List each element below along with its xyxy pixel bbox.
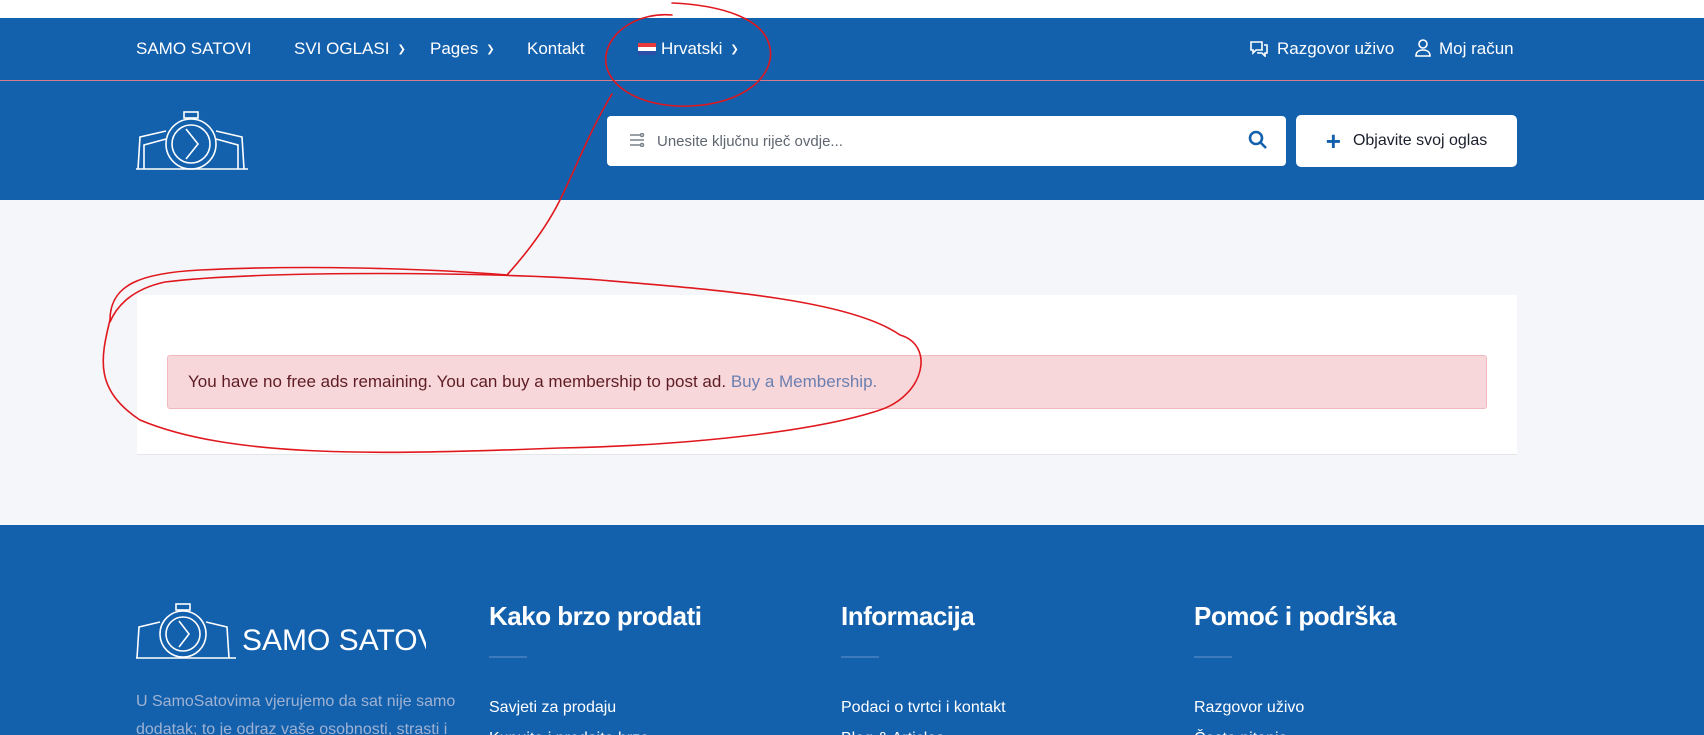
croatian-flag-icon — [638, 43, 656, 55]
post-ad-button[interactable]: + Objavite svoj oglas — [1296, 115, 1517, 167]
category-filter-icon[interactable] — [629, 132, 645, 152]
chevron-down-icon: ❯ — [730, 44, 739, 55]
footer-column-info: Informacija Podaci o tvrtci i kontakt Bl… — [841, 601, 1141, 735]
nav-pages-menu[interactable]: Pages ❯ — [430, 18, 495, 80]
user-icon — [1415, 39, 1431, 57]
chevron-down-icon: ❯ — [397, 44, 406, 55]
footer-column-title: Kako brzo prodati — [489, 601, 702, 631]
post-ad-label: Objavite svoj oglas — [1352, 132, 1488, 149]
account-label: Moj račun — [1439, 39, 1514, 58]
footer-link[interactable]: Kupujte i prodajte brzo — [489, 723, 789, 735]
search-box — [607, 116, 1286, 166]
nav-all-ads-menu[interactable]: SVI OGLASI ❯ — [294, 18, 406, 80]
chevron-down-icon: ❯ — [486, 44, 495, 55]
footer-column-sell: Kako brzo prodati Savjeti za prodaju Kup… — [489, 601, 789, 735]
footer-link[interactable]: Podaci o tvrtci i kontakt — [841, 692, 1141, 723]
site-header: + Objavite svoj oglas — [0, 81, 1704, 200]
site-footer: SAMO SATOVI U SamoSatovima vjerujemo da … — [0, 525, 1704, 735]
nav-contact-link[interactable]: Kontakt — [527, 18, 585, 80]
top-strip — [0, 0, 1704, 18]
footer-column-support: Pomoć i podrška Razgovor uživo Česta pit… — [1194, 601, 1494, 735]
footer-about-text: U SamoSatovima vjerujemo da sat nije sam… — [136, 693, 456, 735]
divider — [489, 656, 527, 658]
footer-column-title: Pomoć i podrška — [1194, 601, 1397, 631]
footer-link[interactable]: Česta pitanja — [1194, 723, 1494, 735]
nav-pages-label: Pages — [430, 39, 479, 58]
search-input[interactable] — [657, 116, 1237, 166]
divider — [841, 656, 879, 658]
footer-logo-text: SAMO SATOVI — [242, 624, 426, 657]
content-card: You have no free ads remaining. You can … — [137, 295, 1517, 455]
nav-brand-link[interactable]: SAMO SATOVI — [136, 18, 252, 80]
watch-logo[interactable] — [136, 109, 248, 171]
no-free-ads-alert: You have no free ads remaining. You can … — [167, 355, 1487, 409]
nav-all-ads-label: SVI OGLASI — [294, 39, 390, 58]
footer-logo[interactable]: SAMO SATOVI — [136, 602, 446, 667]
footer-link[interactable]: Savjeti za prodaju — [489, 692, 789, 723]
footer-link[interactable]: Razgovor uživo — [1194, 692, 1494, 723]
search-icon[interactable] — [1248, 130, 1268, 155]
plus-icon: + — [1325, 126, 1341, 156]
nav-account-link[interactable]: Moj račun — [1415, 18, 1514, 80]
main-navbar: SAMO SATOVI SVI OGLASI ❯ Pages ❯ Kontakt H… — [0, 18, 1704, 81]
live-chat-label: Razgovor uživo — [1277, 39, 1395, 58]
divider — [1194, 656, 1232, 658]
chat-icon — [1249, 40, 1269, 57]
language-selector[interactable]: Hrvatski ❯ — [638, 18, 739, 80]
nav-live-chat-link[interactable]: Razgovor uživo — [1249, 18, 1394, 80]
alert-message: You have no free ads remaining. You can … — [188, 372, 727, 391]
footer-column-title: Informacija — [841, 601, 975, 631]
language-label: Hrvatski — [661, 39, 723, 58]
footer-link[interactable]: Blog & Articles — [841, 723, 1141, 735]
buy-membership-link[interactable]: Buy a Membership. — [731, 372, 877, 391]
